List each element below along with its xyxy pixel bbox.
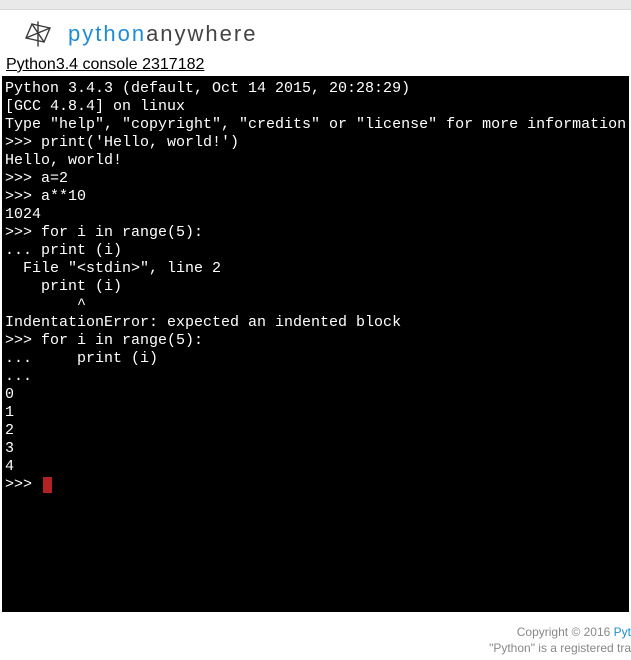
footer-link[interactable]: Pyt: [614, 625, 631, 639]
brand-part2: anywhere: [146, 21, 257, 46]
site-header: pythonanywhere: [0, 10, 631, 52]
copyright-text: Copyright © 2016: [517, 625, 614, 639]
footer: Copyright © 2016 Pyt "Python" is a regis…: [489, 624, 631, 656]
copyright-line: Copyright © 2016 Pyt: [489, 624, 631, 640]
brand-text: pythonanywhere: [68, 21, 257, 47]
trademark-line: "Python" is a registered tra: [489, 640, 631, 656]
terminal-output: Python 3.4.3 (default, Oct 14 2015, 20:2…: [5, 80, 629, 493]
brand-part1: python: [68, 21, 146, 46]
console-title[interactable]: Python3.4 console 2317182: [0, 52, 631, 76]
terminal-cursor: [43, 477, 52, 493]
window-chrome-bar: [0, 0, 631, 10]
terminal[interactable]: Python 3.4.3 (default, Oct 14 2015, 20:2…: [2, 76, 629, 612]
pythonanywhere-logo-icon: [20, 20, 58, 48]
